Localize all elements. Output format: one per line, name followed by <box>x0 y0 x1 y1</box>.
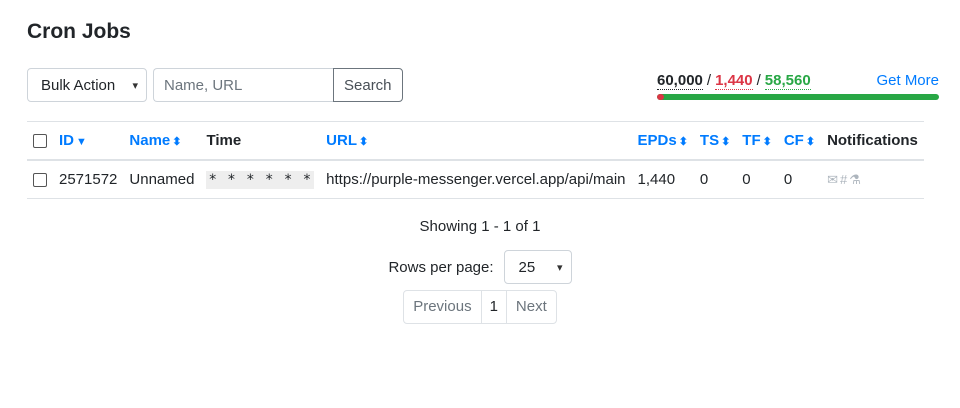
row-checkbox[interactable] <box>33 173 47 188</box>
bulk-action-select[interactable]: Bulk Action ▾ <box>27 68 147 102</box>
column-header-name[interactable]: Name ⬍ <box>123 122 200 161</box>
rows-per-page: Rows per page: 25 ▾ <box>0 250 960 284</box>
quota-separator: / <box>756 72 761 89</box>
table-header-row: ID ▼ Name ⬍ Time URL ⬍ EPDs ⬍ TS ⬍ TF ⬍ CF ⬍ No… <box>27 121 924 161</box>
cell-url: https://purple-messenger.vercel.app/api/… <box>326 171 626 188</box>
rows-per-page-value: 25 <box>518 258 536 276</box>
next-page-button[interactable]: Next <box>505 290 557 324</box>
column-header-id-label: ID <box>59 132 74 149</box>
chevron-down-icon: ▾ <box>132 79 138 92</box>
cell-tf: 0 <box>742 171 751 188</box>
column-header-epds[interactable]: EPDs ⬍ <box>632 122 694 161</box>
sort-icon: ⬍ <box>762 136 772 148</box>
quota-progress-bar <box>657 94 939 100</box>
column-header-tf-label: TF <box>742 132 761 149</box>
column-header-ts-label: TS <box>699 132 720 149</box>
previous-page-button[interactable]: Previous <box>403 290 482 324</box>
pagination: Previous 1 Next <box>0 290 960 324</box>
quota-total: 60,000 <box>657 72 703 90</box>
cell-id: 2571572 <box>59 171 118 188</box>
column-header-tf[interactable]: TF ⬍ <box>736 122 778 161</box>
quota-used: 1,440 <box>715 72 753 90</box>
column-header-url-label: URL <box>326 132 357 149</box>
pagination-section: Showing 1 - 1 of 1 Rows per page: 25 ▾ P… <box>0 218 960 324</box>
column-header-name-label: Name <box>129 132 171 149</box>
cron-jobs-table: ID ▼ Name ⬍ Time URL ⬍ EPDs ⬍ TS ⬍ TF ⬍ CF ⬍ No… <box>27 121 924 199</box>
cell-notifications: ✉#⚗ <box>821 160 924 199</box>
column-header-cf-label: CF <box>783 132 804 149</box>
column-header-notifications: Notifications <box>827 132 918 149</box>
search-input[interactable] <box>153 68 333 102</box>
column-header-id[interactable]: ID ▼ <box>53 122 123 161</box>
quota-available: 58,560 <box>764 72 811 90</box>
table-row[interactable]: 2571572 Unnamed * * * * * * https://purp… <box>27 160 924 199</box>
envelope-icon: ✉ <box>827 172 840 187</box>
sort-icon: ⬍ <box>172 136 182 148</box>
quota-separator: / <box>706 72 712 89</box>
sort-icon: ⬍ <box>721 136 731 148</box>
toolbar: Bulk Action ▾ Search <box>27 68 403 102</box>
rows-per-page-label: Rows per page: <box>388 258 494 276</box>
cell-ts: 0 <box>699 171 709 188</box>
search-button[interactable]: Search <box>333 68 403 102</box>
cron-jobs-table-container: ID ▼ Name ⬍ Time URL ⬍ EPDs ⬍ TS ⬍ TF ⬍ CF ⬍ No… <box>27 121 939 199</box>
sort-icon: ⬍ <box>805 136 816 148</box>
column-header-time: Time <box>206 132 242 149</box>
get-more-link[interactable]: Get More <box>876 72 939 89</box>
bulk-action-label: Bulk Action <box>41 76 116 94</box>
cell-time: * * * * * * <box>206 171 315 189</box>
page-button-current[interactable]: 1 <box>480 290 507 324</box>
page-title: Cron Jobs <box>27 20 131 43</box>
rows-per-page-select[interactable]: 25 ▾ <box>503 250 572 284</box>
column-header-cf[interactable]: CF ⬍ <box>778 122 821 161</box>
search-group: Search <box>153 68 403 102</box>
slack-icon: # <box>839 172 850 187</box>
column-header-url[interactable]: URL ⬍ <box>320 122 631 161</box>
sort-icon: ⬍ <box>359 136 369 148</box>
chevron-down-icon: ▾ <box>557 261 563 274</box>
sort-down-icon: ▼ <box>76 136 87 148</box>
webhook-icon: ⚗ <box>849 172 863 187</box>
cell-epds: 1,440 <box>637 171 676 188</box>
showing-count: Showing 1 - 1 of 1 <box>419 218 541 235</box>
column-header-epds-label: EPDs <box>637 132 677 149</box>
select-all-checkbox[interactable] <box>33 134 47 149</box>
execution-quota: 60,000 / 1,440 / 58,560 Get More <box>657 72 939 100</box>
sort-icon: ⬍ <box>678 136 688 148</box>
quota-progress-used <box>657 94 664 100</box>
cell-name[interactable]: Unnamed <box>123 160 200 199</box>
column-header-ts[interactable]: TS ⬍ <box>694 122 736 161</box>
cell-cf: 0 <box>783 171 793 188</box>
